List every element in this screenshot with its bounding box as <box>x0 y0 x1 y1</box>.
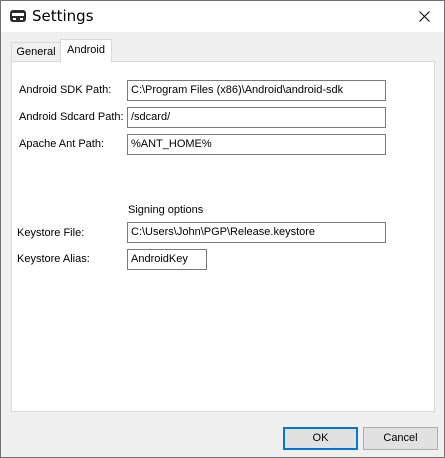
sdcard-path-field[interactable]: /sdcard/ <box>127 107 386 128</box>
ant-path-field[interactable]: %ANT_HOME% <box>127 134 386 155</box>
keystore-alias-field[interactable]: AndroidKey <box>127 249 207 270</box>
settings-window: Settings General Android Android SDK Pat… <box>0 0 445 458</box>
signing-options-heading: Signing options <box>128 204 204 216</box>
cancel-button[interactable]: Cancel <box>363 427 438 450</box>
window-title: Settings <box>32 7 94 25</box>
close-icon <box>418 11 430 22</box>
sdk-path-label: Android SDK Path: <box>19 84 112 96</box>
keystore-alias-label: Keystore Alias: <box>17 253 90 265</box>
ant-path-label: Apache Ant Path: <box>19 138 105 150</box>
tab-general[interactable]: General <box>11 42 61 62</box>
ok-button[interactable]: OK <box>283 427 358 450</box>
app-logo-icon <box>10 10 26 22</box>
sdk-path-field[interactable]: C:\Program Files (x86)\Android\android-s… <box>127 80 386 101</box>
title-bar[interactable]: Settings <box>1 1 444 32</box>
keystore-file-label: Keystore File: <box>17 227 85 239</box>
tab-android[interactable]: Android <box>60 39 112 63</box>
sdcard-path-label: Android Sdcard Path: <box>19 111 124 123</box>
close-button[interactable] <box>404 1 444 32</box>
keystore-file-field[interactable]: C:\Users\John\PGP\Release.keystore <box>127 222 386 243</box>
